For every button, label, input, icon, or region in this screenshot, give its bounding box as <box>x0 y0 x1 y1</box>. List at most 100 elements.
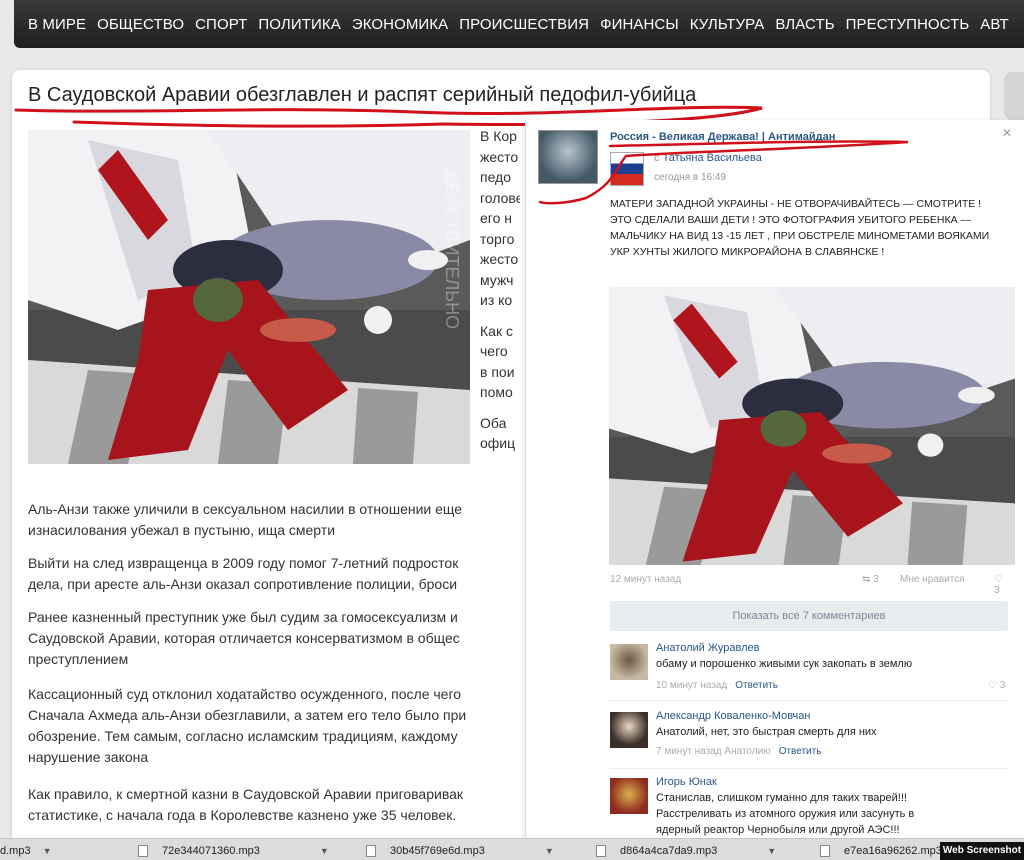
comment-like-count: 3 <box>999 680 1006 691</box>
download-item[interactable]: e7ea16a96262.mp3 <box>820 842 942 859</box>
paragraph-line: обозрение. Тем самым, согласно исламским… <box>28 728 458 744</box>
nav-item-politics[interactable]: ПОЛИТИКА <box>258 16 340 33</box>
commenter-name-link[interactable]: Анатолий Журавлев <box>656 642 759 654</box>
side-line: жесто <box>480 148 519 165</box>
paragraph-line: преступлением <box>28 651 129 667</box>
paragraph-line: Аль-Анзи также уличили в сексуальном нас… <box>28 501 463 517</box>
paragraph-line: Ранее казненный преступник уже был судим… <box>28 609 458 625</box>
side-line: педо <box>480 169 512 185</box>
side-line: мужч <box>480 271 514 288</box>
article-title: В Саудовской Аравии обезглавлен и распят… <box>28 84 697 106</box>
side-line: из ко <box>480 292 513 308</box>
download-file-name: d864a4ca7da9.mp3 <box>620 844 718 857</box>
top-nav: В МИРЕ ОБЩЕСТВО СПОРТ ПОЛИТИКА ЭКОНОМИКА… <box>14 0 1024 48</box>
download-item[interactable]: d.mp3 ▼ <box>0 842 52 859</box>
nav-item-sport[interactable]: СПОРТ <box>195 16 247 33</box>
article-paragraph-2: Выйти на след извращенца в 2009 году пом… <box>28 553 516 595</box>
nav-item-power[interactable]: ВЛАСТЬ <box>775 16 834 33</box>
commenter-avatar[interactable] <box>610 778 648 814</box>
commenter-avatar[interactable] <box>610 644 648 680</box>
commenter-avatar[interactable] <box>610 712 648 748</box>
paragraph-line: изнасилования убежал в пустыню, ища смер… <box>28 522 336 538</box>
web-screenshot-badge: Web Screenshot <box>940 842 1024 860</box>
comment-text-line2: Расстреливать из атомного оружия или зас… <box>656 808 915 820</box>
comment-time[interactable]: 7 минут назад Анатолию <box>656 746 771 757</box>
side-line: чего <box>480 343 508 359</box>
comment-divider <box>610 768 1008 769</box>
author-avatar[interactable] <box>610 152 644 186</box>
group-avatar[interactable] <box>538 130 598 184</box>
comment-like[interactable]: ♡ 3 <box>988 680 1005 691</box>
download-item[interactable]: 72e344071360.mp3 ▼ <box>138 842 329 859</box>
side-gap <box>480 403 520 413</box>
comment-time[interactable]: 10 минут назад <box>656 680 727 691</box>
comment-text: Станислав, слишком гуманно для таких тва… <box>656 792 907 804</box>
paragraph-line: нарушение закона <box>28 749 149 765</box>
side-line: Оба <box>480 414 507 431</box>
comment-divider <box>610 700 1008 701</box>
article-paragraph-3: Ранее казненный преступник уже был судим… <box>28 607 516 670</box>
file-icon <box>820 844 830 857</box>
share-button[interactable]: ⇆ 3 <box>862 574 879 585</box>
like-button[interactable]: Мне нравится <box>900 574 965 585</box>
like-count-value: 3 <box>994 585 1000 596</box>
nav-item-economy[interactable]: ЭКОНОМИКА <box>352 16 448 33</box>
reply-button[interactable]: Ответить <box>779 746 822 757</box>
comment-text: обаму и порошенко живыми сук закопать в … <box>656 658 913 670</box>
file-icon <box>596 844 606 857</box>
like-count: ♡ 3 <box>994 574 1008 596</box>
side-line: его н <box>480 210 512 226</box>
commenter-name-link[interactable]: Игорь Юнак <box>656 776 717 788</box>
nav-item-culture[interactable]: КУЛЬТУРА <box>690 16 765 33</box>
article-paragraph-4: Кассационный суд отклонил ходатайство ос… <box>28 684 516 768</box>
side-line: торго <box>480 230 515 247</box>
post-author: с Татьяна Васильева <box>654 152 762 164</box>
nav-item-auto[interactable]: АВТ <box>980 16 1008 33</box>
chevron-down-icon[interactable]: ▼ <box>320 846 329 856</box>
chevron-down-icon[interactable]: ▼ <box>545 846 554 856</box>
social-post-overlay: Россия - Великая Держава! | Антимайдан ✕… <box>525 120 1024 860</box>
nav-item-world[interactable]: В МИРЕ <box>28 16 86 33</box>
comment-item: Александр Коваленко-Мовчан Анатолий, нет… <box>610 710 1008 774</box>
post-meta-time[interactable]: 12 минут назад <box>610 574 681 585</box>
chevron-down-icon[interactable]: ▼ <box>767 846 776 856</box>
author-name-link[interactable]: Татьяна Васильева <box>663 152 762 164</box>
close-icon[interactable]: ✕ <box>1002 126 1012 140</box>
comment-text-line3: ядерный реактор Чернобыля или другой АЭС… <box>656 824 900 836</box>
side-line: Как с <box>480 322 513 339</box>
download-bar: d.mp3 ▼ 72e344071360.mp3 ▼ 30b45f769e6d.mp… <box>0 838 1024 860</box>
chevron-down-icon[interactable]: ▼ <box>43 846 52 856</box>
file-icon <box>138 844 148 857</box>
side-gap <box>480 311 520 321</box>
article-photo[interactable]: ДЕЙСТВИТЕЛЬНО <box>28 130 470 464</box>
commenter-name-link[interactable]: Александр Коваленко-Мовчан <box>656 710 810 722</box>
article-side-text: В Кор жесто педо голове его н торго жест… <box>480 126 520 454</box>
reply-button[interactable]: Ответить <box>735 680 778 691</box>
heart-icon: ♡ <box>988 680 997 691</box>
comment-text: Анатолий, нет, это быстрая смерть для ни… <box>656 726 877 738</box>
download-item[interactable]: d864a4ca7da9.mp3 ▼ <box>596 842 776 859</box>
show-all-comments-button[interactable]: Показать все 7 комментариев <box>610 601 1008 631</box>
nav-item-finance[interactable]: ФИНАНСЫ <box>600 16 679 33</box>
group-name-link[interactable]: Россия - Великая Держава! | Антимайдан <box>610 131 835 143</box>
comment-item: Анатолий Журавлев обаму и порошенко живы… <box>610 642 1008 706</box>
side-line: помо <box>480 384 513 400</box>
side-tab[interactable] <box>1004 72 1024 120</box>
nav-item-incidents[interactable]: ПРОИСШЕСТВИЯ <box>459 16 589 33</box>
post-photo[interactable] <box>609 287 1015 565</box>
download-file-name: 30b45f769e6d.mp3 <box>390 844 485 857</box>
side-line: голове <box>480 189 520 206</box>
paragraph-line: Саудовской Аравии, которая отличается ко… <box>28 630 460 646</box>
post-time[interactable]: сегодня в 16:49 <box>654 172 726 183</box>
comment-meta: 7 минут назад Анатолию Ответить <box>656 746 821 757</box>
photo-watermark: ДЕЙСТВИТЕЛЬНО <box>442 170 462 330</box>
download-file-name: e7ea16a96262.mp3 <box>844 844 942 857</box>
comment-meta: 10 минут назад Ответить <box>656 680 778 691</box>
paragraph-line: Выйти на след извращенца в 2009 году пом… <box>28 555 459 571</box>
article-paragraph-5: Как правило, к смертной казни в Саудовск… <box>28 784 516 826</box>
nav-item-society[interactable]: ОБЩЕСТВО <box>97 16 184 33</box>
paragraph-line: Кассационный суд отклонил ходатайство ос… <box>28 686 462 702</box>
paragraph-line: дела, при аресте аль-Анзи оказал сопроти… <box>28 576 458 592</box>
download-item[interactable]: 30b45f769e6d.mp3 ▼ <box>366 842 554 859</box>
nav-item-crime[interactable]: ПРЕСТУПНОСТЬ <box>846 16 970 33</box>
